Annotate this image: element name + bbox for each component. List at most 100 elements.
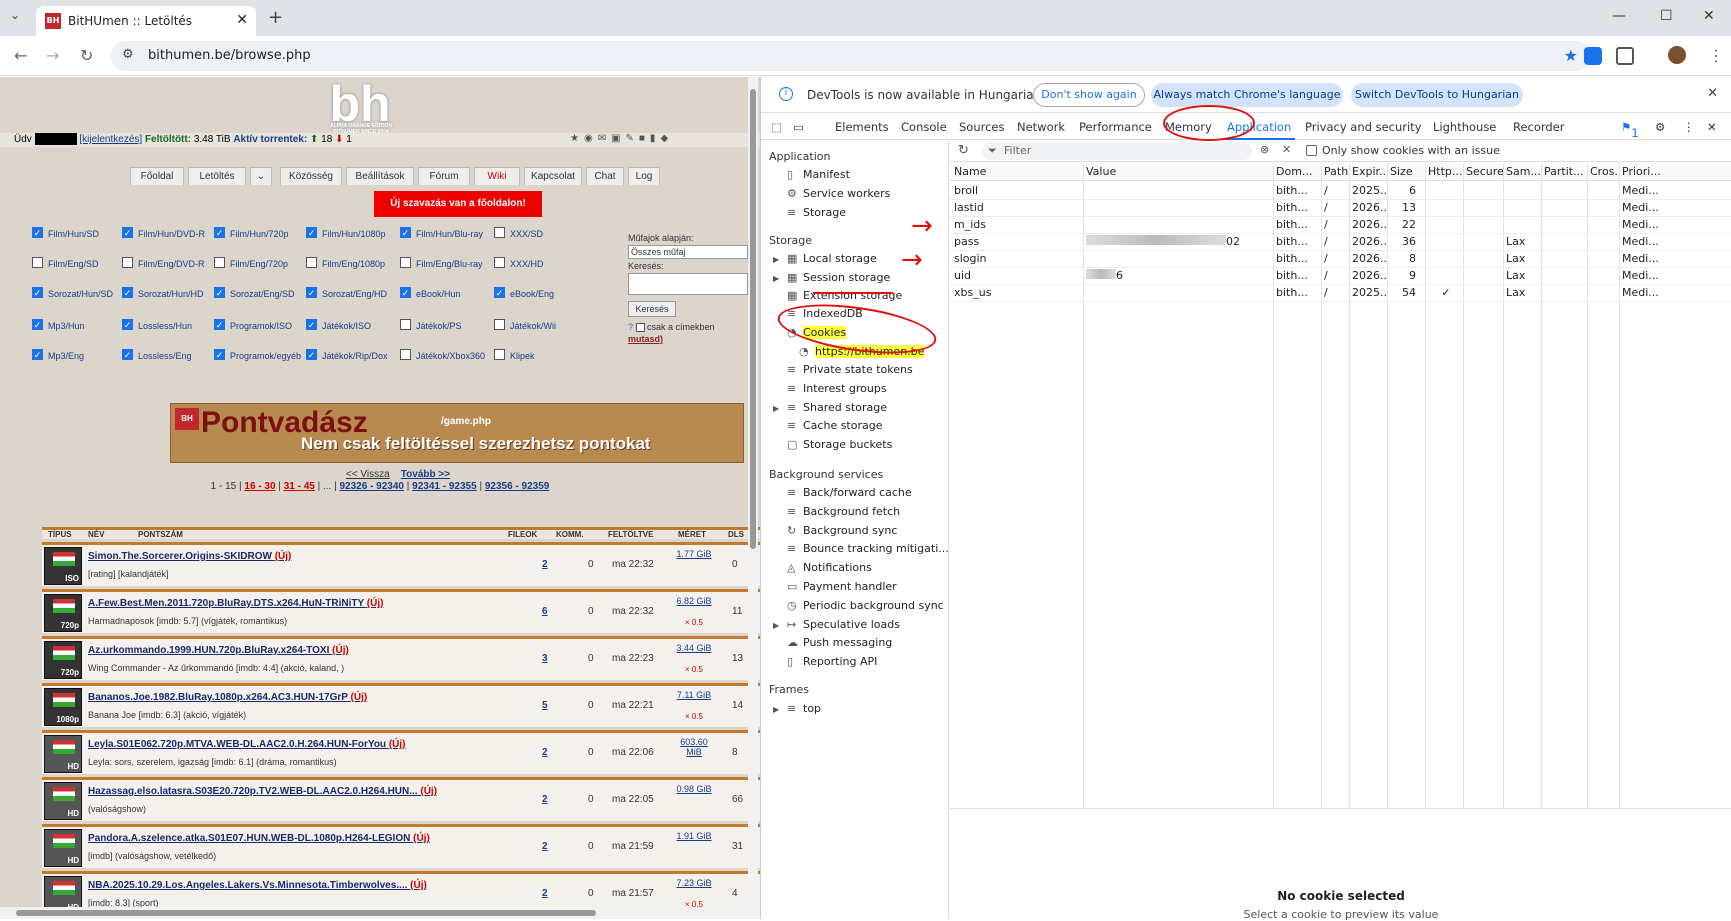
search-button[interactable]: Keresés (628, 301, 676, 317)
column-header[interactable]: Priori... (1622, 163, 1662, 181)
back-icon[interactable]: ← (14, 46, 27, 65)
category-icon[interactable]: 720p (44, 594, 82, 632)
category-checkbox[interactable]: ✓ (214, 319, 225, 330)
torrent-name[interactable]: Az.urkommando.1999.HUN.720p.BluRay.x264-… (88, 645, 349, 656)
category-checkbox[interactable]: ✓ (306, 287, 317, 298)
table-row[interactable]: 720p Az.urkommando.1999.HUN.720p.BluRay.x… (42, 636, 760, 680)
category-icon[interactable]: 1080p (44, 688, 82, 726)
file-count[interactable]: 2 (542, 559, 548, 570)
col-meret[interactable]: MÉRET (678, 530, 706, 540)
category-checkbox[interactable]: ✓ (400, 227, 411, 238)
col-komm[interactable]: KOMM. (556, 530, 584, 540)
only-issues-checkbox[interactable] (1306, 145, 1317, 156)
column-header[interactable]: Sam... (1506, 163, 1542, 181)
category-checkbox[interactable]: ✓ (214, 227, 225, 238)
tab-lighthouse[interactable]: Lighthouse (1433, 120, 1496, 134)
nav-fooldal[interactable]: Főoldal (130, 167, 184, 185)
file-count[interactable]: 5 (542, 700, 548, 711)
profile-avatar[interactable] (1668, 46, 1686, 64)
column-header[interactable]: Secure (1466, 163, 1504, 181)
extensions-puzzle-icon[interactable] (1616, 47, 1634, 65)
devtools-menu-icon[interactable]: ⋮ (1683, 120, 1695, 134)
category-checkbox[interactable]: ✓ (494, 287, 505, 298)
tab-network[interactable]: Network (1017, 120, 1065, 134)
torrent-name[interactable]: Pandora.A.szelence.atka.S01E07.HUN.WEB-D… (88, 833, 430, 844)
search-input[interactable] (628, 273, 748, 295)
column-header[interactable]: Partit... (1544, 163, 1588, 181)
page-vertical-scrollbar[interactable] (748, 77, 758, 907)
column-header[interactable]: Size (1390, 163, 1426, 181)
clear-filtered-icon[interactable]: ⊗ (1260, 143, 1269, 156)
table-row[interactable]: HD Hazassag.elso.latasra.S03E20.720p.TV2.… (42, 777, 760, 821)
inspect-icon[interactable]: ⬚ (771, 120, 782, 134)
nav-dropdown-icon[interactable]: ⌄ (250, 167, 272, 185)
sidebar-item-background-sync[interactable]: ↻ Background sync (787, 522, 897, 540)
column-header[interactable]: Http... (1428, 163, 1464, 181)
sidebar-item-cache-storage[interactable]: ≡ Cache storage (787, 417, 883, 435)
sidebar-item-back-forward-cache[interactable]: ≡ Back/forward cache (787, 484, 912, 502)
category-icon[interactable]: HD (44, 735, 82, 773)
cookie-filter-input[interactable]: ⏷ Filter (982, 142, 1252, 160)
sidebar-item-reporting-api[interactable]: ▯ Reporting API (787, 653, 877, 671)
browser-tab[interactable]: BH BitHUmen :: Letöltés ✕ (36, 6, 256, 36)
column-header[interactable]: Dom... (1276, 163, 1322, 181)
file-count[interactable]: 3 (542, 653, 548, 664)
show-link[interactable]: mutasd) (628, 334, 663, 344)
category-checkbox[interactable]: ✓ (214, 287, 225, 298)
category-checkbox[interactable]: ✓ (32, 227, 43, 238)
table-row[interactable]: 1080p Bananos.Joe.1982.BluRay.1080p.x264.… (42, 683, 760, 727)
column-header[interactable]: Expir... (1352, 163, 1388, 181)
column-header[interactable]: Path (1324, 163, 1350, 181)
col-feltoltve[interactable]: FELTÖLTVE (608, 530, 653, 540)
site-logo[interactable]: bh ALPHA ORANGE EDITION BITHUMEN SINCE 200… (300, 79, 420, 135)
expand-arrow-icon[interactable]: ▶ (773, 621, 779, 630)
expand-arrow-icon[interactable]: ▶ (773, 705, 779, 714)
torrent-name[interactable]: Simon.The.Sorcerer.Origins-SKIDROW (Új) (88, 551, 291, 562)
names-only-option[interactable]: ? csak a címekben mutasd) (628, 321, 758, 345)
names-only-checkbox[interactable] (635, 323, 645, 333)
bookmark-star-icon[interactable]: ★ (1564, 46, 1578, 65)
cookie-row[interactable]: m_ids bith... / 2026... 22 Medi... (950, 216, 1731, 234)
expand-arrow-icon[interactable]: ▶ (773, 274, 779, 283)
genre-select[interactable]: Összes műfaj (628, 245, 748, 259)
cookie-row[interactable]: uid 16 bith... / 2026... 9 Lax Medi... (950, 267, 1731, 285)
file-count[interactable]: 2 (542, 794, 548, 805)
col-nev[interactable]: NÉV (88, 530, 104, 540)
category-checkbox[interactable]: ✓ (214, 349, 225, 360)
refresh-icon[interactable]: ↻ (958, 143, 969, 158)
category-icon[interactable]: HD (44, 782, 82, 820)
tab-sources[interactable]: Sources (959, 120, 1005, 134)
col-fileok[interactable]: FILEOK (508, 530, 537, 540)
cookie-row[interactable]: lastid bith... / 2026... 13 Medi... (950, 199, 1731, 217)
file-count[interactable]: 2 (542, 747, 548, 758)
sidebar-item-payment-handler[interactable]: ▭ Payment handler (787, 578, 897, 596)
category-checkbox[interactable]: ✓ (122, 287, 133, 298)
category-icon[interactable]: HD (44, 829, 82, 867)
sidebar-item-notifications[interactable]: ◬ Notifications (787, 559, 872, 577)
pager-back[interactable]: << Vissza (346, 469, 390, 480)
sidebar-item-background-fetch[interactable]: ≡ Background fetch (787, 503, 900, 521)
category-checkbox[interactable]: ✓ (306, 349, 317, 360)
category-checkbox[interactable]: ✓ (32, 319, 43, 330)
pager-next[interactable]: Tovább >> (401, 469, 450, 480)
tab-search-icon[interactable]: ⌄ (10, 8, 20, 22)
tab-console[interactable]: Console (901, 120, 947, 134)
category-checkbox[interactable] (214, 257, 225, 268)
cookie-row[interactable]: slogin bith... / 2026... 8 Lax Medi... (950, 250, 1731, 268)
category-checkbox[interactable]: ✓ (306, 319, 317, 330)
sidebar-item-service-workers[interactable]: ⚙ Service workers (787, 185, 890, 203)
forward-icon[interactable]: → (46, 46, 59, 65)
pager-more-2[interactable]: 92341 - 92355 (412, 481, 477, 492)
sidebar-item-interest-groups[interactable]: ≡ Interest groups (787, 380, 887, 398)
cookie-row[interactable]: broll1bith.../2025...6Medi... (950, 182, 1731, 200)
table-row[interactable]: HD Pandora.A.szelence.atka.S01E07.HUN.WEB… (42, 824, 760, 868)
minimize-icon[interactable]: — (1612, 8, 1626, 24)
device-toolbar-icon[interactable]: ▭ (793, 120, 804, 134)
help-link[interactable]: ? (628, 322, 633, 332)
torrent-name[interactable]: Bananos.Joe.1982.BluRay.1080p.x264.AC3.H… (88, 692, 367, 703)
nav-letoltes[interactable]: Letöltés (188, 167, 246, 185)
dont-show-again-button[interactable]: Don't show again (1033, 83, 1145, 107)
tab-recorder[interactable]: Recorder (1513, 120, 1565, 134)
file-count[interactable]: 2 (542, 841, 548, 852)
category-checkbox[interactable] (122, 257, 133, 268)
